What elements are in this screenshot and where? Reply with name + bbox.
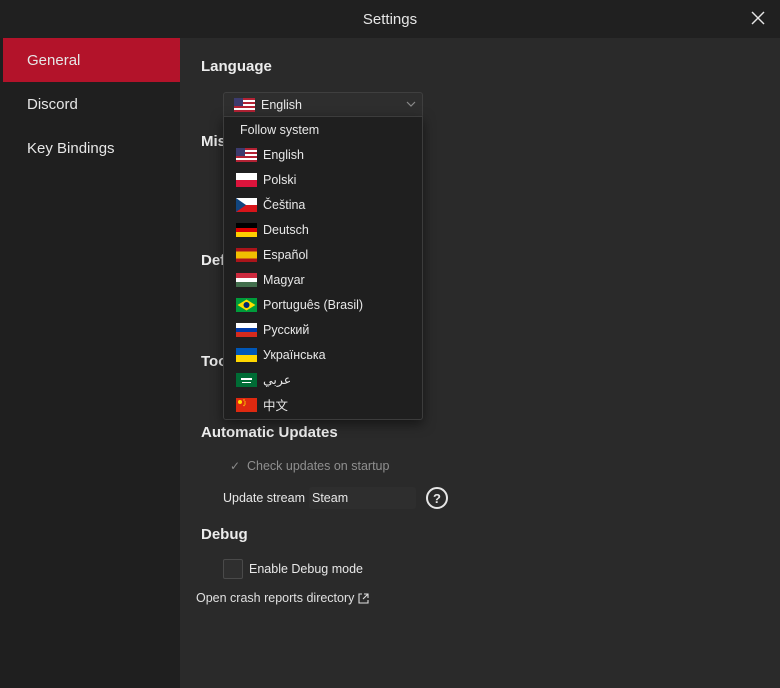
flag-cz-icon [236, 198, 257, 212]
language-option-label: عربي [263, 372, 291, 387]
chevron-down-icon [406, 99, 416, 109]
language-option-label: Polski [263, 173, 296, 187]
update-stream-value: Steam [312, 491, 348, 505]
checkbox-box [223, 559, 243, 579]
defaults-section-title-partial: Def [201, 252, 225, 269]
flag-pl-icon [236, 173, 257, 187]
flag-us-icon [236, 148, 257, 162]
flag-us-icon [234, 98, 255, 112]
language-option-russian[interactable]: Русский [224, 317, 422, 342]
check-updates-startup-checkbox[interactable]: ✓ Check updates on startup [223, 459, 389, 473]
sidebar-item-label: Key Bindings [27, 140, 115, 157]
language-option-label: Deutsch [263, 223, 309, 237]
language-option-portugues-brasil[interactable]: Português (Brasil) [224, 292, 422, 317]
language-option-espanol[interactable]: Español [224, 242, 422, 267]
flag-de-icon [236, 223, 257, 237]
sidebar-item-discord[interactable]: Discord [0, 82, 180, 126]
language-dropdown: Follow system English Polski Čeština [223, 116, 423, 420]
language-option-polski[interactable]: Polski [224, 167, 422, 192]
flag-ua-icon [236, 348, 257, 362]
sidebar-item-key-bindings[interactable]: Key Bindings [0, 126, 180, 170]
sidebar: General Discord Key Bindings [0, 38, 180, 688]
sidebar-item-label: Discord [27, 96, 78, 113]
update-stream-select[interactable]: Steam [309, 487, 416, 509]
title-bar: Settings [0, 0, 780, 38]
window-title: Settings [363, 11, 417, 28]
help-icon[interactable]: ? [426, 487, 448, 509]
flag-es-icon [236, 248, 257, 262]
language-option-cestina[interactable]: Čeština [224, 192, 422, 217]
sidebar-item-label: General [27, 52, 80, 69]
language-option-ukrainian[interactable]: Українська [224, 342, 422, 367]
enable-debug-label: Enable Debug mode [249, 562, 363, 576]
flag-sa-icon [236, 373, 257, 387]
language-option-magyar[interactable]: Magyar [224, 267, 422, 292]
enable-debug-checkbox[interactable]: Enable Debug mode [223, 559, 363, 579]
language-option-label: Magyar [263, 273, 305, 287]
language-option-chinese[interactable]: 中文 [224, 392, 422, 417]
language-option-arabic[interactable]: عربي [224, 367, 422, 392]
language-option-follow-system[interactable]: Follow system [224, 117, 422, 142]
external-link-icon [358, 593, 369, 604]
flag-ru-icon [236, 323, 257, 337]
flag-hu-icon [236, 273, 257, 287]
language-option-label: Русский [263, 323, 309, 337]
language-option-label: Čeština [263, 198, 305, 212]
settings-window: Settings General Discord Key Bindings La… [0, 0, 780, 688]
updates-section-title: Automatic Updates [201, 424, 338, 441]
language-section-title: Language [201, 58, 272, 75]
language-option-label: Português (Brasil) [263, 298, 363, 312]
close-icon[interactable] [750, 10, 766, 26]
language-option-label: English [263, 148, 304, 162]
language-option-label: Español [263, 248, 308, 262]
check-updates-startup-label: Check updates on startup [247, 459, 389, 473]
flag-br-icon [236, 298, 257, 312]
update-stream-label: Update stream [223, 491, 305, 505]
checkmark-icon: ✓ [223, 459, 247, 473]
language-option-label: Follow system [240, 123, 319, 137]
sidebar-item-general[interactable]: General [3, 38, 180, 82]
language-selected-value: English [261, 98, 302, 112]
crash-reports-link-label: Open crash reports directory [196, 591, 354, 605]
flag-cn-icon [236, 398, 257, 412]
open-crash-reports-link[interactable]: Open crash reports directory [196, 591, 369, 605]
language-option-label: 中文 [263, 395, 288, 414]
language-option-label: Українська [263, 348, 326, 362]
language-option-english[interactable]: English [224, 142, 422, 167]
debug-section-title: Debug [201, 526, 248, 543]
language-select[interactable]: English [223, 92, 423, 118]
language-option-deutsch[interactable]: Deutsch [224, 217, 422, 242]
